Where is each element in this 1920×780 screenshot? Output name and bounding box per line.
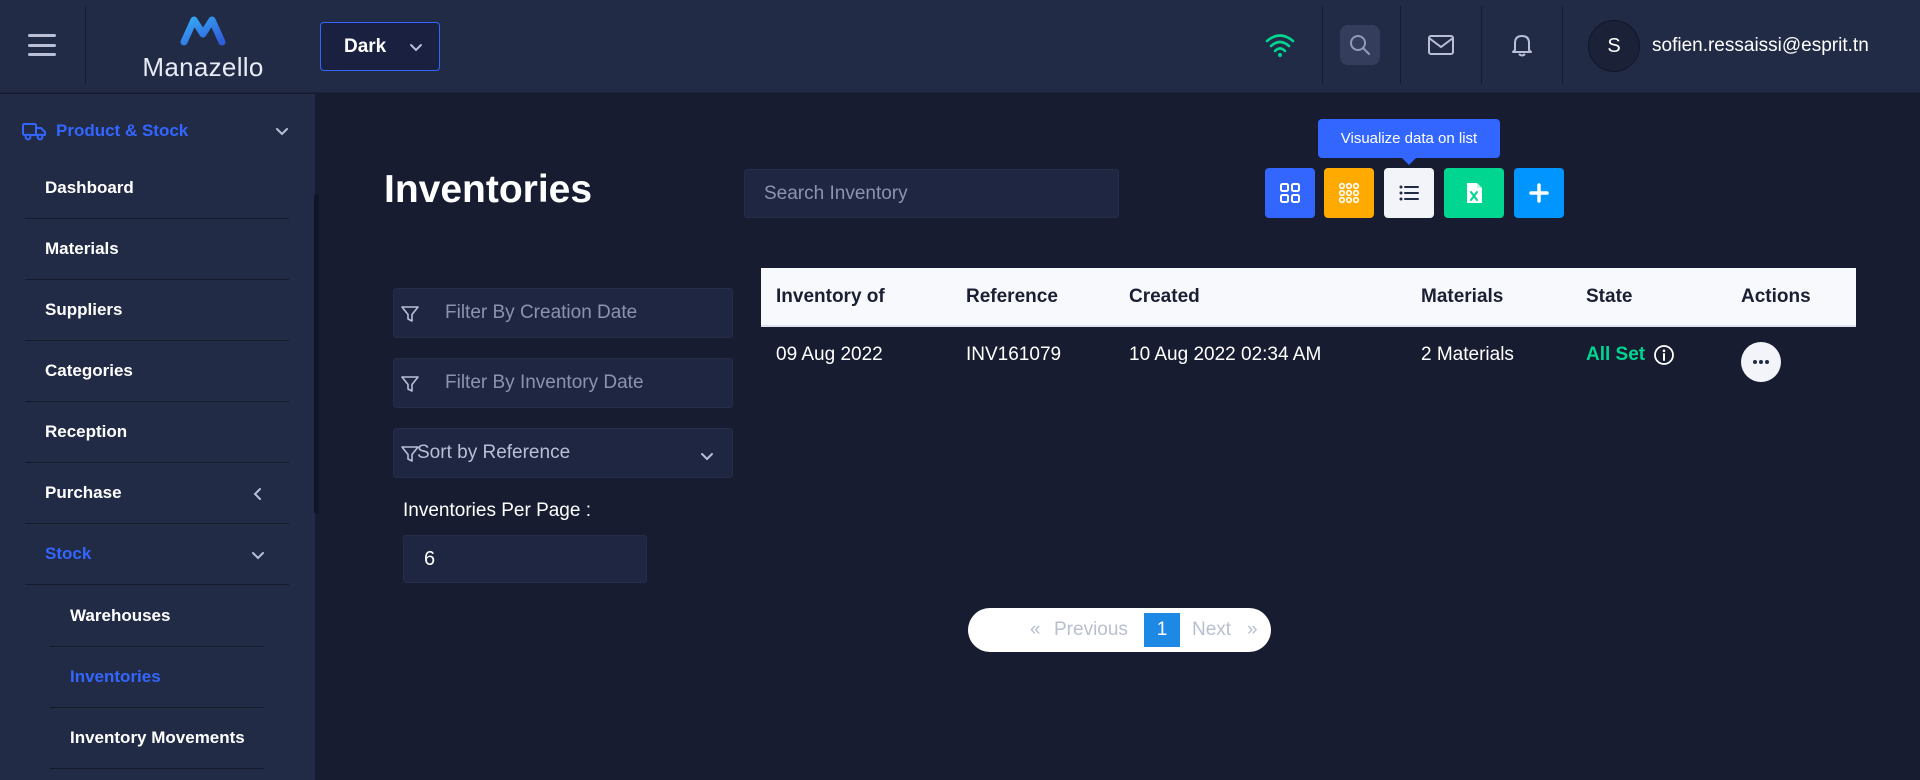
chevron-down-icon (276, 128, 288, 136)
cell-state: All Set (1586, 327, 1675, 383)
sidebar-item-label: Inventories (70, 667, 161, 686)
chevron-down-icon (701, 453, 713, 461)
menu-toggle-icon[interactable] (28, 34, 56, 56)
sidebar-item-label: Stock (45, 544, 92, 563)
column-header-materials[interactable]: Materials (1421, 268, 1503, 325)
search-icon[interactable] (1340, 25, 1380, 65)
grid-icon (1280, 183, 1300, 203)
excel-file-icon (1467, 183, 1482, 203)
sidebar-item-label: Reception (45, 422, 128, 441)
export-excel-button[interactable] (1444, 168, 1504, 218)
add-inventory-button[interactable] (1514, 168, 1564, 218)
view-list-tooltip: Visualize data on list (1318, 119, 1500, 165)
logo-text: Manazello (142, 52, 264, 82)
cell-materials: 2 Materials (1421, 344, 1514, 365)
per-page-input[interactable] (403, 535, 647, 583)
filter-inventory-date[interactable]: Filter By Inventory Date (393, 358, 733, 408)
per-page-label: Inventories Per Page : (403, 500, 591, 521)
search-input[interactable] (744, 169, 1119, 218)
filter-icon (401, 376, 419, 392)
sidebar-item-inventory-movements[interactable]: Inventory Movements (50, 708, 264, 769)
row-actions-button[interactable] (1741, 342, 1781, 382)
sidebar-item-label: Purchase (45, 483, 122, 502)
sidebar-item-dashboard[interactable]: Dashboard (25, 158, 289, 219)
sidebar-item-label: Inventory Movements (70, 728, 245, 747)
dots-grid-icon (1338, 182, 1360, 204)
table-row[interactable]: 09 Aug 2022 INV161079 10 Aug 2022 02:34 … (761, 327, 1856, 397)
grid-view-button[interactable] (1265, 168, 1315, 218)
header-divider (85, 6, 86, 84)
pagination: « Previous 1 Next » (968, 608, 1271, 652)
column-header-created[interactable]: Created (1129, 268, 1200, 325)
header-divider (1322, 6, 1323, 84)
cell-created: 10 Aug 2022 02:34 AM (1129, 344, 1322, 365)
sidebar-group-label: Product & Stock (56, 121, 189, 140)
theme-select-value: Dark (344, 35, 387, 57)
column-header-inventory-of[interactable]: Inventory of (776, 268, 885, 325)
sort-select[interactable]: Sort by Reference (393, 428, 733, 478)
truck-icon (22, 123, 46, 141)
sidebar-item-label: Materials (45, 239, 119, 258)
table-header: Inventory of Reference Created Materials… (761, 268, 1856, 327)
logo-mark-icon (180, 16, 226, 46)
previous-button[interactable]: Previous (1054, 619, 1128, 641)
cell-inventory-of: 09 Aug 2022 (776, 344, 883, 365)
column-header-state[interactable]: State (1586, 268, 1632, 325)
filter-creation-date-placeholder: Filter By Creation Date (445, 302, 638, 323)
sidebar-item-purchase[interactable]: Purchase (25, 463, 289, 524)
theme-select[interactable]: Dark (320, 22, 440, 71)
status-badge: All Set (1586, 344, 1646, 365)
inventories-table: Inventory of Reference Created Materials… (761, 268, 1856, 397)
user-email: sofien.ressaissi@esprit.tn (1652, 35, 1869, 56)
sidebar-item-warehouses[interactable]: Warehouses (50, 586, 264, 647)
mail-icon[interactable] (1421, 25, 1461, 65)
sidebar-item-label: Warehouses (70, 606, 171, 625)
sidebar-group-product-stock[interactable]: Product & Stock (0, 108, 315, 154)
sidebar: Product & Stock Dashboard Materials Supp… (0, 94, 315, 780)
chevron-left-icon (253, 488, 261, 500)
header-divider (1481, 6, 1482, 84)
user-menu[interactable]: S sofien.ressaissi@esprit.tn (1588, 20, 1869, 72)
compact-grid-view-button[interactable] (1324, 168, 1374, 218)
sort-select-value: Sort by Reference (417, 442, 571, 463)
sidebar-item-stock[interactable]: Stock (25, 524, 289, 585)
sidebar-scrollbar[interactable] (314, 194, 319, 514)
info-icon[interactable] (1653, 344, 1675, 366)
cell-reference: INV161079 (966, 344, 1062, 365)
header-divider (1400, 6, 1401, 84)
sidebar-item-label: Suppliers (45, 300, 123, 319)
next-button[interactable]: Next (1192, 619, 1231, 641)
column-header-reference[interactable]: Reference (966, 268, 1058, 325)
list-icon (1399, 185, 1419, 201)
previous-arrow[interactable]: « (1030, 619, 1041, 641)
next-arrow[interactable]: » (1247, 619, 1258, 641)
page-1-button[interactable]: 1 (1144, 613, 1180, 647)
more-horizontal-icon (1753, 360, 1769, 364)
list-view-button[interactable] (1384, 168, 1434, 218)
sidebar-item-materials[interactable]: Materials (25, 219, 289, 280)
wifi-icon (1260, 25, 1300, 65)
header-divider (1562, 6, 1563, 84)
top-header: Manazello Dark S sofien.ressaissi@esprit… (0, 0, 1920, 93)
page-title: Inventories (384, 168, 593, 211)
sidebar-item-suppliers[interactable]: Suppliers (25, 280, 289, 341)
filter-icon (401, 306, 419, 322)
app-logo[interactable]: Manazello (136, 12, 270, 82)
filter-inventory-date-placeholder: Filter By Inventory Date (445, 372, 644, 393)
filter-creation-date[interactable]: Filter By Creation Date (393, 288, 733, 338)
column-header-actions: Actions (1741, 285, 1811, 307)
chevron-down-icon (252, 552, 264, 560)
chevron-down-icon (410, 44, 422, 52)
sidebar-item-inventories[interactable]: Inventories (50, 647, 264, 708)
avatar: S (1588, 20, 1640, 72)
plus-icon (1529, 183, 1549, 203)
sidebar-item-categories[interactable]: Categories (25, 341, 289, 402)
sidebar-item-reception[interactable]: Reception (25, 402, 289, 463)
bell-icon[interactable] (1502, 25, 1542, 65)
sidebar-item-label: Categories (45, 361, 133, 380)
sidebar-item-label: Dashboard (45, 178, 134, 197)
